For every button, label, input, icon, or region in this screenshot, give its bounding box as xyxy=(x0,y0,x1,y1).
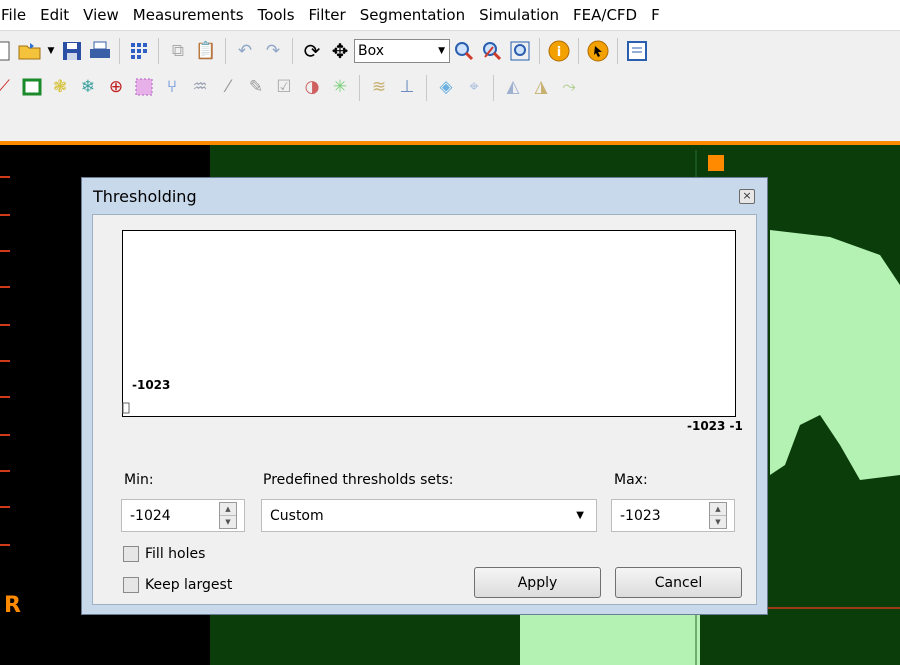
fill-icon[interactable]: ♒ xyxy=(188,75,212,99)
main-toolbar: ▼ ⧉ 📋 ↶ ↷ ⟳ ✥ Box ▼ i xyxy=(0,30,900,70)
open-folder-icon[interactable] xyxy=(18,39,42,63)
spin-down-icon[interactable]: ▼ xyxy=(710,516,726,528)
region-grow-icon[interactable] xyxy=(132,75,156,99)
panel-icon[interactable] xyxy=(625,39,649,63)
toolbar-separator xyxy=(359,75,360,101)
info-icon[interactable]: i xyxy=(547,39,571,63)
histogram-left-value: -1023 xyxy=(132,378,171,392)
branch-icon[interactable]: ⑂ xyxy=(160,75,184,99)
menu-filter[interactable]: Filter xyxy=(302,6,353,24)
toolbar-separator xyxy=(617,37,618,64)
layers-icon[interactable]: ≋ xyxy=(367,75,391,99)
crop-icon[interactable] xyxy=(20,75,44,99)
toolbar-separator xyxy=(426,75,427,101)
zoom-in-icon[interactable] xyxy=(452,39,476,63)
toolbar-separator xyxy=(119,37,120,64)
dropdown-arrow-icon[interactable]: ▼ xyxy=(46,39,56,63)
spin-down-icon[interactable]: ▼ xyxy=(220,516,236,528)
view-mode-value: Box xyxy=(358,42,385,59)
help-cursor-icon[interactable] xyxy=(586,39,610,63)
chevron-down-icon: ▼ xyxy=(438,45,445,56)
menu-view[interactable]: View xyxy=(76,6,126,24)
toolbar-separator xyxy=(578,37,579,64)
redo-icon[interactable]: ↷ xyxy=(261,39,285,63)
print-icon[interactable] xyxy=(88,39,112,63)
dialog-title: Thresholding xyxy=(93,187,197,206)
anchor-icon[interactable]: ⊥ xyxy=(395,75,419,99)
svg-text:i: i xyxy=(557,45,561,60)
cancel-button[interactable]: Cancel xyxy=(615,567,742,598)
fill-holes-label: Fill holes xyxy=(145,546,206,562)
toolbar-separator xyxy=(158,37,159,64)
pencil-icon[interactable]: ✎ xyxy=(244,75,268,99)
max-label: Max: xyxy=(614,472,648,488)
wrap-3d-icon[interactable]: ⤳ xyxy=(557,75,581,99)
split-icon[interactable]: ⊕ xyxy=(104,75,128,99)
tag-icon[interactable]: ⌖ xyxy=(462,75,486,99)
smooth-icon[interactable]: ◑ xyxy=(300,75,324,99)
toolbar-separator xyxy=(493,75,494,101)
edit-mask-icon[interactable]: ☑ xyxy=(272,75,296,99)
menu-segmentation[interactable]: Segmentation xyxy=(353,6,472,24)
threshold-histogram[interactable]: -1023 xyxy=(122,230,736,417)
menu-edit[interactable]: Edit xyxy=(33,6,76,24)
save-icon[interactable] xyxy=(60,39,84,63)
erode-icon[interactable]: ❄ xyxy=(76,75,100,99)
fill-holes-checkbox[interactable]: Fill holes xyxy=(123,546,205,562)
menu-simulation[interactable]: Simulation xyxy=(472,6,566,24)
menu-truncated[interactable]: F xyxy=(644,6,667,24)
predefined-threshold-select[interactable]: Custom ▼ xyxy=(261,499,597,532)
brush-icon[interactable]: ⁄ xyxy=(216,75,240,99)
max-spinner[interactable]: ▲ ▼ xyxy=(709,502,727,529)
zoom-fit-icon[interactable] xyxy=(508,39,532,63)
paste-icon[interactable]: 📋 xyxy=(194,39,218,63)
min-label: Min: xyxy=(124,472,154,488)
checkbox-box[interactable] xyxy=(123,546,139,562)
cube-icon[interactable]: ◈ xyxy=(434,75,458,99)
chevron-down-icon: ▼ xyxy=(576,510,584,521)
apply-button[interactable]: Apply xyxy=(474,567,601,598)
menu-fea-cfd[interactable]: FEA/CFD xyxy=(566,6,644,24)
line-tool-icon[interactable]: ⟋ xyxy=(0,75,16,99)
checkbox-box[interactable] xyxy=(123,577,139,593)
copy-icon[interactable]: ⧉ xyxy=(166,39,190,63)
min-value: -1024 xyxy=(130,507,171,524)
mesh-3d-icon[interactable]: ◭ xyxy=(501,75,525,99)
spin-up-icon[interactable]: ▲ xyxy=(220,503,236,516)
thresholding-dialog: Thresholding × -1023 -1023 -1 Min: Prede… xyxy=(81,177,768,615)
toolbar-separator xyxy=(225,37,226,64)
expand-icon[interactable]: ✳ xyxy=(328,75,352,99)
dialog-client-area: -1023 -1023 -1 Min: Predefined threshold… xyxy=(92,214,757,605)
max-value: -1023 xyxy=(620,507,661,524)
keep-largest-checkbox[interactable]: Keep largest xyxy=(123,577,232,593)
grid-icon[interactable] xyxy=(127,39,151,63)
zoom-out-icon[interactable] xyxy=(480,39,504,63)
predefined-label: Predefined thresholds sets: xyxy=(263,472,454,488)
histogram-right-value: -1023 -1 xyxy=(687,419,743,433)
spin-up-icon[interactable]: ▲ xyxy=(710,503,726,516)
undo-icon[interactable]: ↶ xyxy=(233,39,257,63)
menu-bar: File Edit View Measurements Tools Filter… xyxy=(0,0,900,30)
menu-measurements[interactable]: Measurements xyxy=(126,6,251,24)
new-file-icon[interactable] xyxy=(0,39,14,63)
min-slider-handle-icon[interactable] xyxy=(121,401,137,415)
view-mode-combo[interactable]: Box ▼ xyxy=(354,38,450,63)
min-spinner[interactable]: ▲ ▼ xyxy=(219,502,237,529)
close-icon[interactable]: × xyxy=(739,189,755,204)
orientation-label-left: R xyxy=(4,593,21,618)
rotate-icon[interactable]: ⟳ xyxy=(300,39,324,63)
segmentation-toolbar: ⟋ ❃ ❄ ⊕ ⑂ ♒ ⁄ ✎ ☑ ◑ ✳ ≋ ⊥ ◈ ⌖ ◭ ◮ ⤳ xyxy=(0,69,900,141)
predefined-value: Custom xyxy=(270,507,324,524)
dilate-icon[interactable]: ❃ xyxy=(48,75,72,99)
pan-icon[interactable]: ✥ xyxy=(328,39,352,63)
menu-file[interactable]: File xyxy=(0,6,33,24)
surface-3d-icon[interactable]: ◮ xyxy=(529,75,553,99)
toolbar-separator xyxy=(292,37,293,64)
toolbar-separator xyxy=(539,37,540,64)
menu-tools[interactable]: Tools xyxy=(251,6,302,24)
keep-largest-label: Keep largest xyxy=(145,577,233,593)
